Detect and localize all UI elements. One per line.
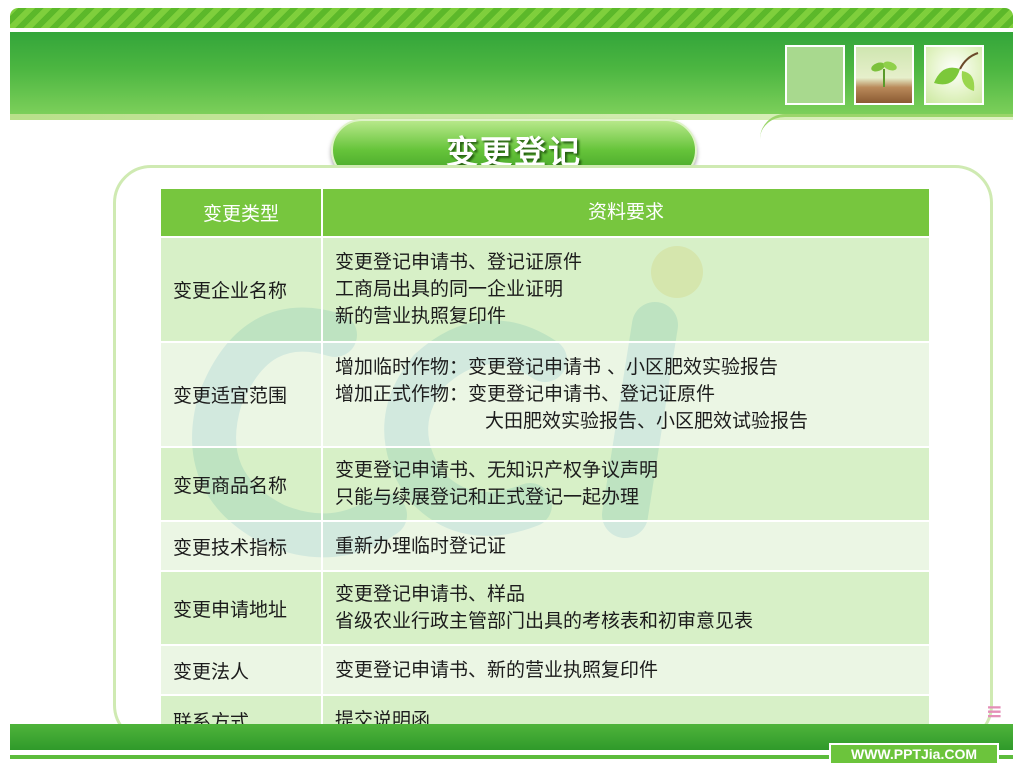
- requirement-line: 变更登记申请书、样品: [335, 583, 526, 605]
- banner-curve-line: [760, 114, 1013, 139]
- change-type-cell: 变更企业名称: [161, 238, 323, 341]
- requirements-cell: 变更登记申请书、新的营业执照复印件: [323, 646, 929, 694]
- table-header-row: 变更类型 资料要求: [161, 189, 929, 236]
- change-type-cell: 变更商品名称: [161, 448, 323, 520]
- requirement-line: 变更登记申请书、无知识产权争议声明: [335, 459, 659, 481]
- top-decorative-stripe: [10, 8, 1013, 28]
- leaf-icon: [934, 52, 979, 91]
- requirement-line: 重新办理临时登记证: [335, 534, 507, 557]
- table-row: 变更技术指标 重新办理临时登记证: [161, 520, 929, 570]
- requirements-cell: 变更登记申请书、无知识产权争议声明 只能与续展登记和正式登记一起办理: [323, 448, 929, 520]
- sprout-icon: [871, 61, 897, 87]
- requirement-line: 只能与续展登记和正式登记一起办理: [335, 486, 640, 508]
- header-change-type: 变更类型: [161, 189, 323, 236]
- sprout-thumbnail: [854, 45, 914, 105]
- header-requirements: 资料要求: [587, 201, 664, 223]
- requirements-cell: 增加临时作物：变更登记申请书 、小区肥效实验报告 增加正式作物：变更登记申请书、…: [323, 343, 929, 446]
- table-row: 变更法人 变更登记申请书、新的营业执照复印件: [161, 644, 929, 694]
- change-type-cell: 变更法人: [161, 646, 323, 694]
- leaf-thumbnail: [924, 45, 984, 105]
- requirement-line: 增加正式作物：变更登记申请书、登记证原件: [335, 383, 716, 405]
- requirements-table: 变更类型 资料要求 变更企业名称 变更登记申请书、登记证原件 工商局出具的同一企…: [161, 189, 929, 744]
- table-row: 变更申请地址 变更登记申请书、样品 省级农业行政主管部门出具的考核表和初审意见表: [161, 570, 929, 644]
- requirement-line: 工商局出具的同一企业证明: [335, 278, 564, 300]
- requirement-line: 大田肥效实验报告、小区肥效试验报告: [485, 410, 809, 432]
- table-row: 变更商品名称 变更登记申请书、无知识产权争议声明 只能与续展登记和正式登记一起办…: [161, 446, 929, 520]
- requirement-line: 变更登记申请书、登记证原件: [335, 251, 583, 273]
- table-row: 变更适宜范围 增加临时作物：变更登记申请书 、小区肥效实验报告 增加正式作物：变…: [161, 341, 929, 446]
- requirements-cell: 重新办理临时登记证: [323, 522, 929, 570]
- change-type-cell: 变更申请地址: [161, 572, 323, 644]
- requirement-line: 新的营业执照复印件: [335, 305, 507, 327]
- corner-decoration-icon: ≡: [986, 699, 1003, 723]
- requirements-cell: 变更登记申请书、样品 省级农业行政主管部门出具的考核表和初审意见表: [323, 572, 929, 644]
- footer-url: WWW.PPTJia.COM: [829, 743, 999, 765]
- requirements-cell: 变更登记申请书、登记证原件 工商局出具的同一企业证明 新的营业执照复印件: [323, 238, 929, 341]
- change-type-cell: 变更适宜范围: [161, 343, 323, 446]
- requirement-line: 增加临时作物：变更登记申请书 、小区肥效实验报告: [335, 356, 779, 378]
- table-row: 变更企业名称 变更登记申请书、登记证原件 工商局出具的同一企业证明 新的营业执照…: [161, 236, 929, 341]
- change-type-cell: 变更技术指标: [161, 522, 323, 570]
- requirement-line: 变更登记申请书、新的营业执照复印件: [335, 658, 659, 681]
- plain-green-thumbnail: [785, 45, 845, 105]
- requirement-line: 省级农业行政主管部门出具的考核表和初审意见表: [335, 610, 754, 632]
